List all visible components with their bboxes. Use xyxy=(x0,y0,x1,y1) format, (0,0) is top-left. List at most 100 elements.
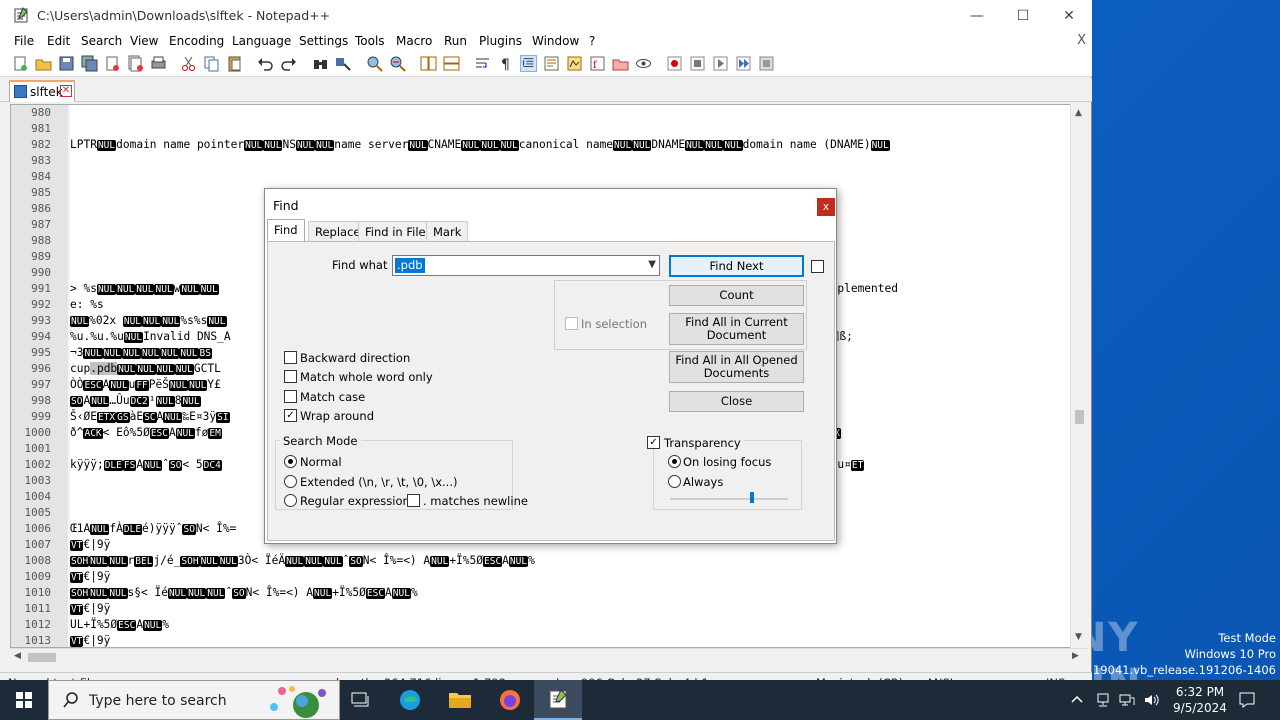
redo-icon[interactable] xyxy=(280,55,297,72)
maximize-button[interactable]: ☐ xyxy=(1000,0,1046,31)
copy-icon[interactable] xyxy=(203,55,220,72)
close-button[interactable]: ✕ xyxy=(1046,0,1092,31)
horizontal-scrollbar[interactable]: ◀ ▶ xyxy=(10,648,1088,665)
paste-icon[interactable] xyxy=(226,55,243,72)
network-device-icon[interactable] xyxy=(1095,692,1111,708)
transparency-slider-thumb[interactable] xyxy=(750,492,754,503)
matches-newline-checkbox[interactable] xyxy=(407,494,420,507)
transparency-checkbox[interactable]: ✓ xyxy=(647,436,660,449)
file-explorer-button[interactable] xyxy=(436,680,484,720)
save-all-icon[interactable] xyxy=(81,55,98,72)
find-icon[interactable] xyxy=(312,55,329,72)
new-file-icon[interactable] xyxy=(12,55,29,72)
replace-icon[interactable] xyxy=(335,55,352,72)
close-file-icon[interactable] xyxy=(104,55,121,72)
stop-macro-icon[interactable] xyxy=(689,55,706,72)
in-selection-checkbox[interactable] xyxy=(565,317,578,330)
sync-vertical-icon[interactable] xyxy=(420,55,437,72)
title-bar[interactable]: C:\Users\admin\Downloads\slftek - Notepa… xyxy=(0,0,1092,31)
count-button[interactable]: Count xyxy=(669,285,804,306)
menu-settings[interactable]: Settings xyxy=(299,34,348,48)
menu-view[interactable]: View xyxy=(130,34,158,48)
find-what-input[interactable]: .pdb ▼ xyxy=(392,255,660,276)
tab-close-icon[interactable]: ✕ xyxy=(60,85,72,97)
document-map-icon[interactable] xyxy=(566,55,583,72)
user-defined-language-icon[interactable] xyxy=(543,55,560,72)
match-case-checkbox[interactable] xyxy=(284,390,297,403)
notifications-icon[interactable] xyxy=(1238,691,1256,709)
zoom-out-icon[interactable] xyxy=(389,55,406,72)
save-icon[interactable] xyxy=(58,55,75,72)
taskbar-search-box[interactable]: Type here to search xyxy=(48,680,340,720)
menu-tools[interactable]: Tools xyxy=(355,34,385,48)
sync-horizontal-icon[interactable] xyxy=(443,55,460,72)
horizontal-scroll-thumb[interactable] xyxy=(28,653,56,662)
tab-slftek[interactable]: slftek ✕ xyxy=(9,80,75,102)
undo-icon[interactable] xyxy=(257,55,274,72)
menu-encoding[interactable]: Encoding xyxy=(169,34,224,48)
scroll-right-icon[interactable]: ▶ xyxy=(1072,651,1079,661)
volume-icon[interactable] xyxy=(1143,692,1159,708)
tab-mark[interactable]: Mark xyxy=(426,221,469,241)
search-mode-regex-radio[interactable] xyxy=(284,494,297,507)
indent-guide-icon[interactable] xyxy=(520,55,537,72)
find-all-opened-button[interactable]: Find All in All Opened Documents xyxy=(669,351,804,383)
task-view-button[interactable] xyxy=(336,680,384,720)
wrap-around-checkbox[interactable]: ✓ xyxy=(284,409,297,422)
tab-bar: slftek ✕ xyxy=(0,78,1092,102)
transparency-slider-track[interactable] xyxy=(670,498,788,500)
always-radio[interactable] xyxy=(668,475,681,488)
play-macro-icon[interactable] xyxy=(712,55,729,72)
word-wrap-icon[interactable] xyxy=(474,55,491,72)
close-all-icon[interactable] xyxy=(127,55,144,72)
search-mode-normal-radio[interactable] xyxy=(284,455,297,468)
menu-file[interactable]: File xyxy=(14,34,34,48)
notepadpp-taskbar-button[interactable] xyxy=(534,680,582,720)
find-next-option-checkbox[interactable] xyxy=(811,260,824,273)
menu-plugins[interactable]: Plugins xyxy=(479,34,522,48)
run-macro-multiple-icon[interactable] xyxy=(735,55,752,72)
start-button[interactable] xyxy=(0,680,48,720)
find-all-current-button[interactable]: Find All in Current Document xyxy=(669,313,804,345)
folder-workspace-icon[interactable] xyxy=(612,55,629,72)
show-all-chars-icon[interactable]: ¶ xyxy=(497,55,514,72)
vertical-scroll-thumb[interactable] xyxy=(1075,410,1084,424)
find-next-button[interactable]: Find Next xyxy=(669,255,804,277)
vertical-scrollbar[interactable]: ▲ ▼ xyxy=(1070,104,1088,648)
menu-language[interactable]: Language xyxy=(232,34,291,48)
print-icon[interactable] xyxy=(150,55,167,72)
menu-window[interactable]: Window xyxy=(532,34,579,48)
record-macro-icon[interactable] xyxy=(666,55,683,72)
chevron-down-icon[interactable]: ▼ xyxy=(648,259,656,270)
firefox-button[interactable] xyxy=(486,680,534,720)
search-mode-extended-radio[interactable] xyxy=(284,475,297,488)
scroll-left-icon[interactable]: ◀ xyxy=(14,651,21,661)
menu-run[interactable]: Run xyxy=(444,34,467,48)
scroll-up-icon[interactable]: ▲ xyxy=(1075,108,1082,118)
find-dialog-close-button[interactable]: x xyxy=(817,198,835,216)
scroll-down-icon[interactable]: ▼ xyxy=(1075,632,1082,642)
menu-help[interactable]: ? xyxy=(589,34,595,48)
minimize-button[interactable]: — xyxy=(954,0,1000,31)
whole-word-checkbox[interactable] xyxy=(284,370,297,383)
open-file-icon[interactable] xyxy=(35,55,52,72)
close-document-icon[interactable]: X xyxy=(1077,33,1086,48)
backward-direction-checkbox[interactable] xyxy=(284,351,297,364)
function-list-icon[interactable]: f xyxy=(589,55,606,72)
on-losing-focus-radio[interactable] xyxy=(668,455,681,468)
zoom-in-icon[interactable] xyxy=(366,55,383,72)
edge-button[interactable] xyxy=(386,680,434,720)
network-icon[interactable] xyxy=(1119,692,1135,708)
menu-edit[interactable]: Edit xyxy=(47,34,70,48)
system-clock[interactable]: 6:32 PM 9/5/2024 xyxy=(1168,684,1232,716)
menu-search[interactable]: Search xyxy=(81,34,122,48)
close-button[interactable]: Close xyxy=(669,391,804,412)
save-macro-icon[interactable] xyxy=(758,55,775,72)
tab-find[interactable]: Find xyxy=(267,219,305,241)
menu-bar: File Edit Search View Encoding Language … xyxy=(0,31,1092,51)
menu-macro[interactable]: Macro xyxy=(396,34,432,48)
line-number: 990 xyxy=(31,266,51,279)
cut-icon[interactable] xyxy=(180,55,197,72)
monitoring-icon[interactable] xyxy=(635,55,652,72)
tray-chevron-up-icon[interactable] xyxy=(1071,694,1083,706)
